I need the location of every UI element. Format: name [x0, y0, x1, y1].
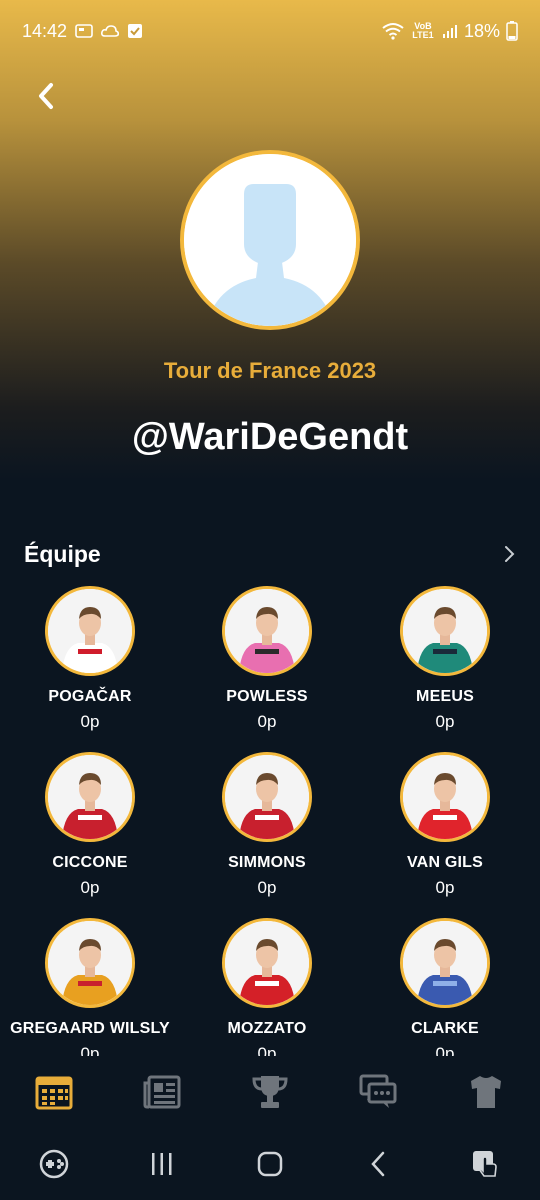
- rider-photo: [45, 586, 135, 676]
- profile-avatar: [180, 150, 360, 330]
- rider-points: 0p: [435, 712, 455, 731]
- default-avatar-icon: [184, 154, 356, 326]
- recents-button[interactable]: [132, 1134, 192, 1194]
- home-button[interactable]: [240, 1134, 300, 1194]
- rider-name: MOZZATO: [227, 1020, 307, 1037]
- rider-name: VAN GILS: [407, 854, 483, 871]
- cloud-icon: [101, 25, 120, 37]
- checkbox-icon: [128, 24, 143, 38]
- nav-trophy[interactable]: [240, 1062, 300, 1122]
- rider-card[interactable]: CICCONE 0p: [0, 752, 180, 898]
- nav-chat[interactable]: [348, 1062, 408, 1122]
- hand-touch-icon: [473, 1151, 497, 1177]
- jersey-icon: [471, 1076, 501, 1108]
- rider-card[interactable]: MOZZATO 0p: [177, 918, 357, 1056]
- rider-points: 0p: [80, 712, 100, 731]
- recents-icon: [152, 1153, 172, 1175]
- rider-photo: [400, 586, 490, 676]
- rider-card[interactable]: POWLESS 0p: [177, 586, 357, 732]
- rider-points: 0p: [435, 1044, 455, 1056]
- back-button[interactable]: [28, 78, 64, 114]
- wifi-icon: [382, 23, 404, 40]
- battery-percent: 18%: [463, 20, 500, 41]
- rider-photo: [45, 752, 135, 842]
- home-icon: [257, 1151, 283, 1177]
- rider-photo: [222, 918, 312, 1008]
- username: @WariDeGendt: [131, 416, 409, 458]
- rider-points: 0p: [257, 878, 277, 897]
- rider-card[interactable]: POGAČAR 0p: [0, 586, 180, 732]
- back-arrow-icon: [371, 1151, 385, 1177]
- rider-photo: [400, 752, 490, 842]
- system-nav-bar: [0, 1128, 540, 1200]
- news-icon: [143, 1075, 181, 1109]
- rider-points: 0p: [435, 878, 455, 897]
- trophy-icon: [252, 1076, 288, 1108]
- rider-card[interactable]: MEEUS 0p: [355, 586, 535, 732]
- network-label: VoB LTE1: [412, 21, 434, 40]
- rider-name: CLARKE: [411, 1020, 479, 1037]
- rider-points: 0p: [257, 712, 277, 731]
- system-back-button[interactable]: [348, 1134, 408, 1194]
- notification-icon: [75, 24, 93, 38]
- rider-name: POWLESS: [226, 688, 308, 705]
- rider-photo: [222, 752, 312, 842]
- game-launcher-button[interactable]: [24, 1134, 84, 1194]
- signal-icon: [442, 25, 457, 38]
- rider-name: SIMMONS: [228, 854, 306, 871]
- chevron-left-icon: [39, 83, 53, 109]
- rider-card[interactable]: VAN GILS 0p: [355, 752, 535, 898]
- rider-points: 0p: [80, 878, 100, 897]
- rider-card[interactable]: SIMMONS 0p: [177, 752, 357, 898]
- event-title: Tour de France 2023: [163, 358, 377, 383]
- nav-news[interactable]: [132, 1062, 192, 1122]
- bottom-nav: [0, 1056, 540, 1128]
- accessibility-button[interactable]: [456, 1134, 516, 1194]
- battery-icon: [506, 21, 518, 41]
- rider-name: GREGAARD WILSLY: [10, 1020, 170, 1037]
- rider-photo: [400, 918, 490, 1008]
- rider-points: 0p: [80, 1044, 100, 1056]
- rider-photo: [222, 586, 312, 676]
- status-time: 14:42: [22, 20, 68, 41]
- rider-name: CICCONE: [52, 854, 128, 871]
- team-section: Équipe POGAČAR 0p POWLESS 0p MEEUS 0p CICCONE 0…: [0, 524, 540, 1056]
- gamepad-icon: [39, 1149, 69, 1179]
- rider-name: MEEUS: [416, 688, 474, 705]
- team-header[interactable]: Équipe: [24, 532, 520, 576]
- nav-calendar[interactable]: [24, 1062, 84, 1122]
- rider-card[interactable]: CLARKE 0p: [355, 918, 535, 1056]
- team-title: Équipe: [24, 540, 101, 567]
- calendar-icon: [35, 1076, 73, 1110]
- rider-card[interactable]: GREGAARD WILSLY 0p: [0, 918, 180, 1056]
- chevron-right-icon[interactable]: [498, 543, 520, 565]
- rider-points: 0p: [257, 1044, 277, 1056]
- nav-jersey[interactable]: [456, 1062, 516, 1122]
- rider-photo: [45, 918, 135, 1008]
- status-bar: 14:42 VoB LTE1 18%: [0, 0, 540, 62]
- chat-icon: [359, 1074, 397, 1108]
- rider-name: POGAČAR: [48, 688, 132, 705]
